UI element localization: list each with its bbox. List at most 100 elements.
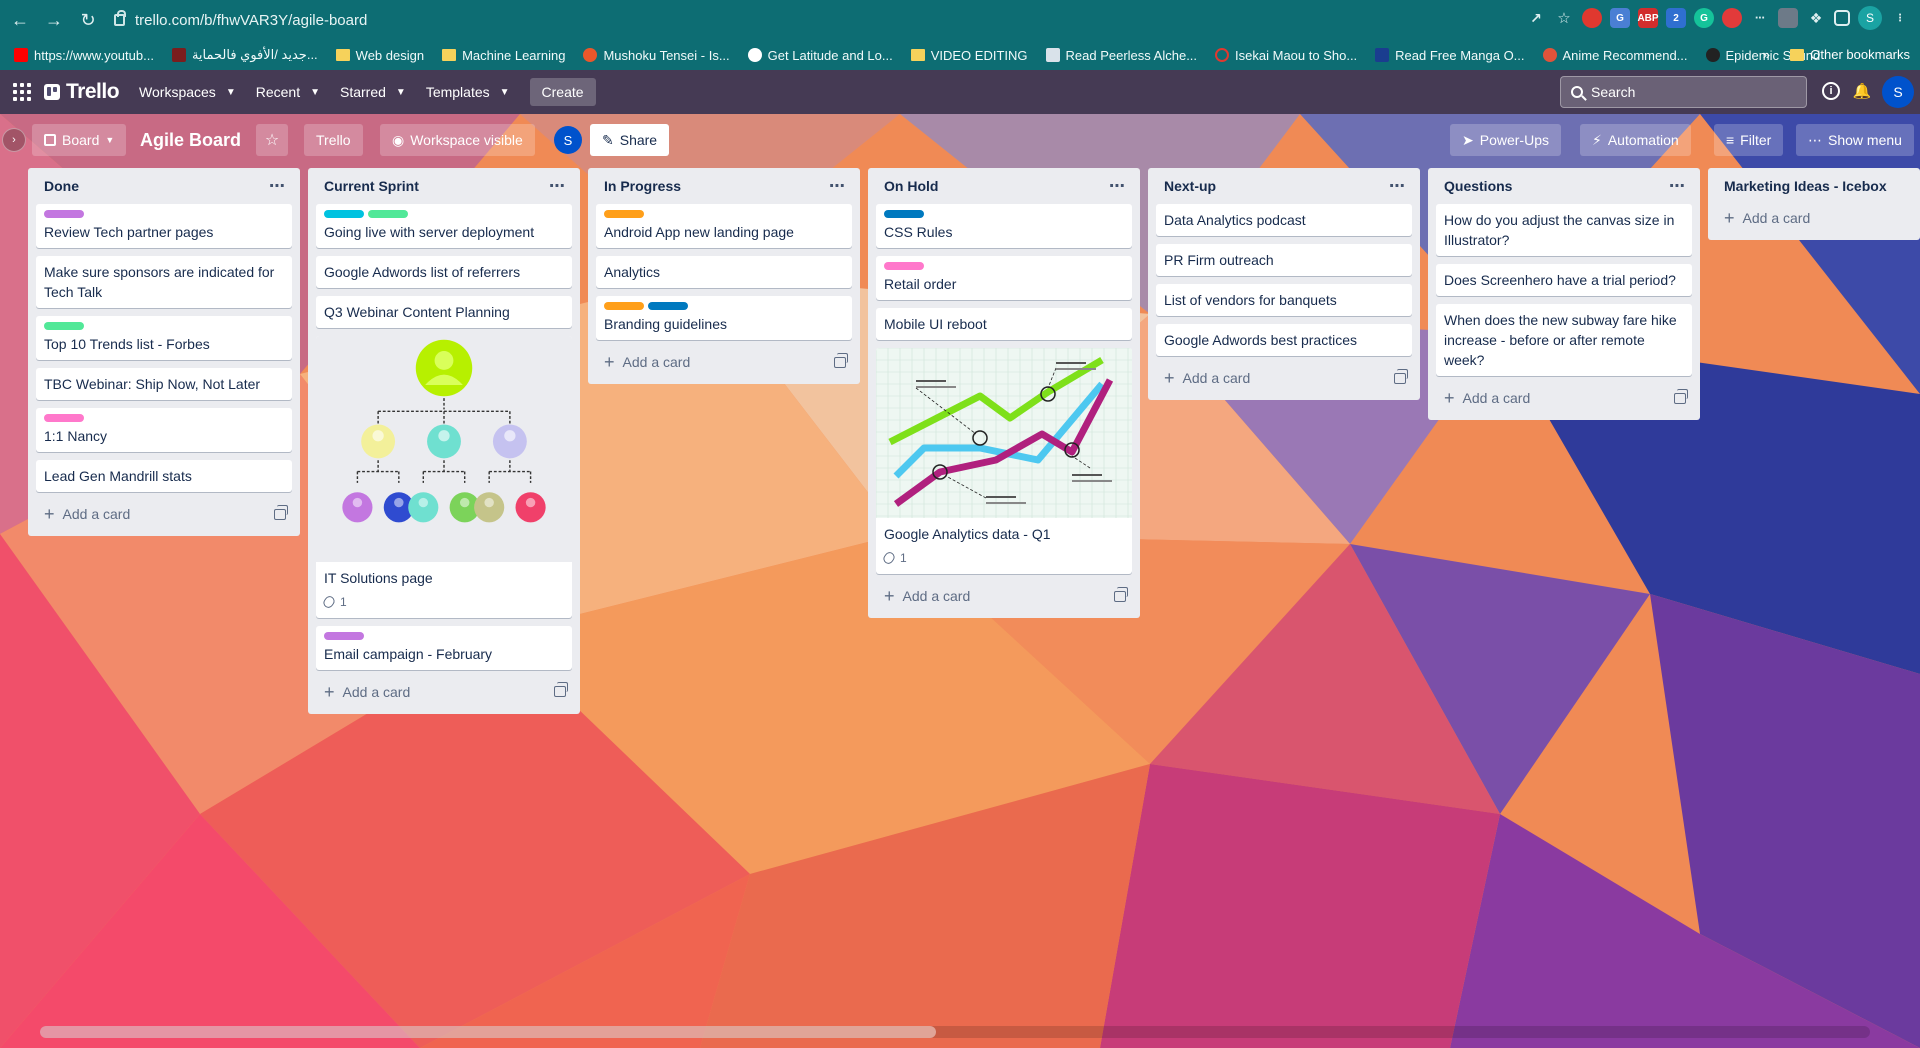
list-2[interactable]: In Progress ⋯ Android App new landing page… bbox=[588, 168, 860, 384]
card[interactable]: Q3 Webinar Content Planning bbox=[316, 296, 572, 328]
card[interactable]: List of vendors for banquets bbox=[1156, 284, 1412, 316]
forward-icon[interactable]: → bbox=[40, 6, 68, 34]
card[interactable]: PR Firm outreach bbox=[1156, 244, 1412, 276]
list-5[interactable]: Questions ⋯ How do you adjust the canvas s… bbox=[1428, 168, 1700, 420]
list-title[interactable]: Questions bbox=[1444, 178, 1512, 194]
app-switcher-icon[interactable] bbox=[6, 76, 38, 108]
info-icon[interactable]: i bbox=[1822, 82, 1840, 100]
share-button[interactable]: ✎ Share bbox=[590, 124, 670, 156]
card[interactable]: Review Tech partner pages bbox=[36, 204, 292, 248]
recent-menu[interactable]: Recent ▼ bbox=[256, 84, 320, 100]
list-header[interactable]: In Progress ⋯ bbox=[596, 168, 852, 204]
card-template-icon[interactable] bbox=[1394, 368, 1408, 384]
adblock-icon[interactable]: ABP bbox=[1637, 8, 1659, 28]
account-avatar[interactable]: S bbox=[1882, 76, 1914, 108]
bookmark-item[interactable]: Isekai Maou to Sho... bbox=[1215, 48, 1357, 63]
list-menu-icon[interactable]: ⋯ bbox=[829, 176, 846, 196]
list-menu-icon[interactable]: ⋯ bbox=[1109, 176, 1126, 196]
bookmark-item[interactable]: جديد /الأفوي فالحماية... bbox=[171, 47, 318, 63]
card[interactable]: Branding guidelines bbox=[596, 296, 852, 340]
translate-icon[interactable]: G bbox=[1610, 8, 1630, 28]
automation-button[interactable]: ⚡ Automation bbox=[1580, 124, 1691, 156]
share-page-icon[interactable]: ↗ bbox=[1526, 8, 1546, 28]
bookmark-item[interactable]: Anime Recommend... bbox=[1542, 48, 1688, 63]
add-card-button[interactable]: + Add a card bbox=[316, 678, 572, 706]
card-template-icon[interactable] bbox=[1114, 586, 1128, 602]
card[interactable]: Google Adwords list of referrers bbox=[316, 256, 572, 288]
card-template-icon[interactable] bbox=[274, 504, 288, 520]
add-card-button[interactable]: + Add a card bbox=[1156, 364, 1412, 392]
board-title[interactable]: Agile Board bbox=[140, 130, 241, 151]
horizontal-scrollbar[interactable] bbox=[40, 1026, 1870, 1038]
star-board-icon[interactable]: ☆ bbox=[256, 124, 288, 156]
puzzle-icon[interactable]: ❖ bbox=[1806, 8, 1826, 28]
show-menu-button[interactable]: ⋯ Show menu bbox=[1796, 124, 1914, 156]
reload-icon[interactable]: ↻ bbox=[74, 6, 102, 34]
templates-menu[interactable]: Templates ▼ bbox=[426, 84, 510, 100]
list-title[interactable]: Marketing Ideas - Icebox bbox=[1724, 178, 1887, 194]
card[interactable]: Does Screenhero have a trial period? bbox=[1436, 264, 1692, 296]
list-title[interactable]: Next-up bbox=[1164, 178, 1216, 194]
card[interactable]: Android App new landing page bbox=[596, 204, 852, 248]
bookmark-item[interactable]: Mushoku Tensei - Is... bbox=[583, 48, 730, 63]
card-label[interactable] bbox=[324, 631, 364, 640]
card-template-icon[interactable] bbox=[834, 352, 848, 368]
list-0[interactable]: Done ⋯ Review Tech partner pages Make sure … bbox=[28, 168, 300, 536]
card[interactable]: IT Solutions page 1 bbox=[316, 336, 572, 618]
card[interactable]: Email campaign - February bbox=[316, 625, 572, 670]
list-menu-icon[interactable]: ⋯ bbox=[549, 176, 566, 196]
card-label[interactable] bbox=[648, 302, 688, 310]
card-label[interactable] bbox=[604, 302, 644, 310]
card[interactable]: When does the new subway fare hike incre… bbox=[1436, 304, 1692, 376]
list-menu-icon[interactable]: ⋯ bbox=[1389, 176, 1406, 196]
board-member-avatar[interactable]: S bbox=[554, 126, 582, 154]
board-view-switcher[interactable]: Board ▼ bbox=[32, 124, 127, 156]
power-ups-button[interactable]: ➤ Power-Ups bbox=[1450, 124, 1561, 156]
extension-red-icon[interactable] bbox=[1582, 8, 1602, 28]
bookmark-item[interactable]: Get Latitude and Lo... bbox=[747, 48, 893, 63]
list-header[interactable]: Marketing Ideas - Icebox bbox=[1716, 168, 1912, 204]
extension-blue-icon[interactable]: 2 bbox=[1666, 8, 1686, 28]
create-button[interactable]: Create bbox=[529, 78, 596, 106]
workspaces-menu[interactable]: Workspaces ▼ bbox=[139, 84, 236, 100]
add-card-button[interactable]: + Add a card bbox=[36, 500, 292, 528]
add-card-button[interactable]: + Add a card bbox=[1436, 384, 1692, 412]
notifications-bell-icon[interactable]: 🔔 bbox=[1852, 82, 1872, 102]
list-title[interactable]: Done bbox=[44, 178, 79, 194]
card[interactable]: TBC Webinar: Ship Now, Not Later bbox=[36, 368, 292, 400]
list-3[interactable]: On Hold ⋯ CSS Rules Retail order Mobile UI r… bbox=[868, 168, 1140, 618]
browser-menu-icon[interactable]: ⋮ bbox=[1890, 8, 1910, 28]
card[interactable]: Google Analytics data - Q1 1 bbox=[876, 348, 1132, 574]
bookmarks-overflow-button[interactable]: » bbox=[1763, 47, 1770, 62]
back-icon[interactable]: ← bbox=[6, 6, 34, 34]
shield-icon[interactable] bbox=[1722, 8, 1742, 28]
card[interactable]: Google Adwords best practices bbox=[1156, 324, 1412, 356]
more-extensions-icon[interactable]: ⋯ bbox=[1750, 8, 1770, 28]
list-menu-icon[interactable]: ⋯ bbox=[269, 176, 286, 196]
card-label[interactable] bbox=[44, 210, 84, 218]
card[interactable]: Retail order bbox=[876, 256, 1132, 300]
bookmark-item[interactable]: Read Peerless Alche... bbox=[1045, 48, 1197, 63]
card[interactable]: Going live with server deployment bbox=[316, 204, 572, 248]
list-6[interactable]: Marketing Ideas - Icebox + Add a card bbox=[1708, 168, 1920, 240]
bookmark-item[interactable]: Read Free Manga O... bbox=[1375, 48, 1525, 63]
visibility-button[interactable]: ◉ Workspace visible bbox=[380, 124, 535, 156]
card[interactable]: CSS Rules bbox=[876, 204, 1132, 248]
add-card-button[interactable]: + Add a card bbox=[1716, 204, 1912, 232]
card-label[interactable] bbox=[324, 210, 364, 218]
extension-grey-icon[interactable] bbox=[1778, 8, 1798, 28]
card[interactable]: Lead Gen Mandrill stats bbox=[36, 460, 292, 492]
list-header[interactable]: Done ⋯ bbox=[36, 168, 292, 204]
card-label[interactable] bbox=[884, 262, 924, 270]
card-label[interactable] bbox=[44, 414, 84, 422]
starred-menu[interactable]: Starred ▼ bbox=[340, 84, 406, 100]
list-header[interactable]: Next-up ⋯ bbox=[1156, 168, 1412, 204]
list-title[interactable]: In Progress bbox=[604, 178, 681, 194]
grammarly-icon[interactable]: G bbox=[1694, 8, 1714, 28]
card-label[interactable] bbox=[884, 210, 924, 218]
card[interactable]: How do you adjust the canvas size in Ill… bbox=[1436, 204, 1692, 256]
side-panel-icon[interactable] bbox=[1834, 10, 1850, 26]
card[interactable]: Make sure sponsors are indicated for Tec… bbox=[36, 256, 292, 308]
trello-logo[interactable]: Trello bbox=[44, 80, 120, 104]
add-card-button[interactable]: + Add a card bbox=[876, 582, 1132, 610]
